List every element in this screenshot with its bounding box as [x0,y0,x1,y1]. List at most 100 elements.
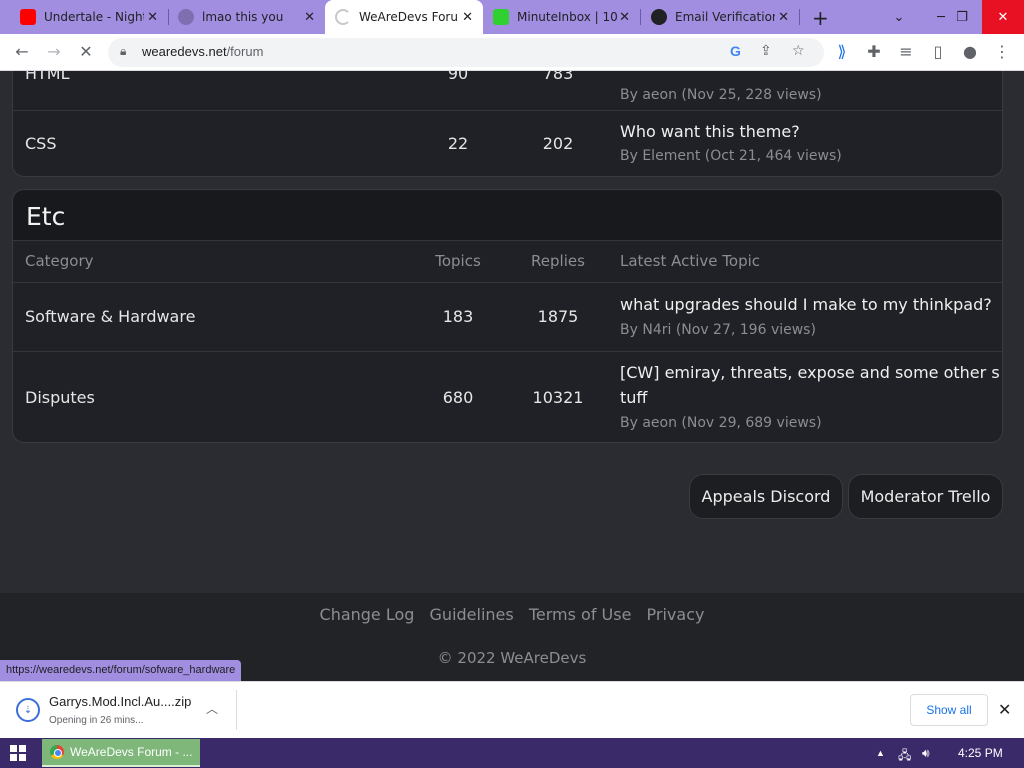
moderator-trello-button[interactable]: Moderator Trello [848,474,1003,519]
topics-count: 22 [447,134,469,153]
link-status-bubble: https://wearedevs.net/forum/sofware_hard… [0,660,242,681]
bookmark-star-icon[interactable]: ☆ [792,43,805,59]
extension-sound-icon[interactable]: ⟫ [832,42,852,62]
topic-byline: By Element (Oct 21, 464 views) [620,148,842,164]
network-icon[interactable]: 🖧︎ [898,746,911,767]
tab-email-verification[interactable]: Email Verification ✕ [641,0,799,34]
windows-start-icon[interactable] [10,745,26,761]
url-text[interactable]: wearedevs.net/forum [142,44,263,59]
restore-button[interactable]: ❐ [941,0,983,34]
latest-topic-link[interactable]: what upgrades should I make to my thinkp… [620,295,992,314]
lock-icon[interactable]: 🔒︎ [120,44,126,59]
table-row[interactable]: HTML 90 783 By aeon (Nov 25, 228 views) [13,71,1002,110]
show-all-button[interactable]: Show all [910,694,988,726]
category-name[interactable]: CSS [25,134,56,153]
tab-lmao[interactable]: lmao this you ✕ [168,0,325,34]
profile-avatar-icon[interactable]: ● [960,42,980,62]
table-row[interactable]: CSS 22 202 Who want this theme? By Eleme… [13,110,1002,176]
header-topics: Topics [435,252,481,270]
topic-byline: By aeon (Nov 25, 228 views) [620,87,822,103]
taskbar-chrome-app[interactable]: WeAreDevs Forum - ... [42,739,200,767]
url-host: wearedevs.net [142,44,227,59]
tab-minuteinbox[interactable]: MinuteInbox | 10 ✕ [483,0,640,34]
footer-link-terms[interactable]: Terms of Use [529,605,632,624]
download-shelf: ⇣ Garrys.Mod.Incl.Au....zip Opening in 2… [0,681,1024,738]
tab-title: WeAreDevs Forum [359,10,459,24]
forum-section-web: HTML 90 783 By aeon (Nov 25, 228 views) … [12,71,1003,177]
close-icon[interactable]: ✕ [778,10,789,25]
zip-file-icon[interactable]: ⇣ [16,698,40,722]
show-hidden-icons-icon[interactable]: ▲ [876,748,885,758]
table-header-row: Category Topics Replies Latest Active To… [13,240,1002,282]
extensions-puzzle-icon[interactable]: ✚ [864,42,884,62]
browser-toolbar: ← → ✕ 🔒︎ wearedevs.net/forum G ⇪ ☆ ⟫ ✚ ≡… [0,34,1024,71]
replies-count: 202 [542,134,574,153]
media-control-icon[interactable]: ≡ [896,42,916,62]
download-status: Opening in 26 mins... [49,715,144,726]
close-icon[interactable]: ✕ [998,700,1011,720]
globe-icon [178,9,194,25]
latest-topic-link[interactable]: Who want this theme? [620,122,800,141]
replies-count: 10321 [532,388,584,407]
topic-byline: By aeon (Nov 29, 689 views) [620,415,822,431]
new-tab-button[interactable]: + [812,6,829,30]
google-icon[interactable]: G [730,43,741,59]
footer-link-guidelines[interactable]: Guidelines [430,605,514,624]
tab-title: Email Verification [675,10,775,24]
side-panel-icon[interactable]: ▯ [928,42,948,62]
category-name[interactable]: HTML [25,71,70,83]
topics-count: 680 [442,388,474,407]
close-icon[interactable]: ✕ [619,10,630,25]
back-icon[interactable]: ← [12,42,32,62]
category-name[interactable]: Disputes [25,388,95,407]
replies-count: 783 [542,71,574,83]
category-name[interactable]: Software & Hardware [25,307,195,326]
forum-section-etc: Etc Category Topics Replies Latest Activ… [12,189,1003,443]
latest-topic-link[interactable]: [CW] emiray, threats, expose and some ot… [620,363,1000,382]
url-path: /forum [226,44,264,59]
tab-title: MinuteInbox | 10 [517,10,617,24]
table-row[interactable]: Disputes 680 10321 [CW] emiray, threats,… [13,351,1002,442]
youtube-icon [20,9,36,25]
taskbar-app-label: WeAreDevs Forum - ... [70,745,193,759]
header-replies: Replies [531,252,585,270]
chrome-icon [50,745,64,759]
close-icon[interactable]: ✕ [304,10,315,25]
system-clock[interactable]: 4:25 PM [958,746,1003,760]
tab-search-button[interactable]: ⌄ [878,0,920,34]
divider [236,690,237,730]
replies-count: 1875 [537,307,579,326]
section-title: Etc [26,202,66,231]
topics-count: 183 [442,307,474,326]
appeals-discord-button[interactable]: Appeals Discord [689,474,843,519]
volume-icon[interactable]: 🔊︎ [922,746,930,761]
forward-icon[interactable]: → [44,42,64,62]
table-row[interactable]: Software & Hardware 183 1875 what upgrad… [13,282,1002,351]
section-header [13,190,1002,240]
loading-icon [335,9,351,25]
address-bar[interactable]: 🔒︎ wearedevs.net/forum G ⇪ ☆ [108,38,824,67]
menu-kebab-icon[interactable]: ⋮ [992,42,1012,62]
tab-strip: Undertale - Nightmare ✕ lmao this you ✕ … [0,0,1024,34]
stop-loading-icon[interactable]: ✕ [76,42,96,62]
close-icon[interactable]: ✕ [462,10,473,25]
download-filename[interactable]: Garrys.Mod.Incl.Au....zip [49,694,191,709]
tab-youtube[interactable]: Undertale - Nightmare ✕ [10,0,168,34]
window-close-button[interactable]: ✕ [982,0,1024,34]
header-category: Category [25,252,94,270]
close-icon[interactable]: ✕ [147,10,158,25]
wrd-icon [651,9,667,25]
topic-byline: By N4ri (Nov 27, 196 views) [620,322,816,338]
share-icon[interactable]: ⇪ [760,43,772,59]
tab-wearedevs[interactable]: WeAreDevs Forum ✕ [325,0,483,34]
topics-count: 90 [447,71,469,83]
windows-taskbar: WeAreDevs Forum - ... ▲ 🖧︎ 🔊︎ 4:25 PM [0,738,1024,768]
footer-link-privacy[interactable]: Privacy [647,605,705,624]
minuteinbox-icon [493,9,509,25]
latest-topic-link-continued[interactable]: tuff [620,388,647,407]
tab-divider [799,9,800,25]
header-latest-topic: Latest Active Topic [620,252,761,270]
chevron-up-icon[interactable]: ︿ [206,700,218,717]
footer-link-change-log[interactable]: Change Log [320,605,415,624]
tab-title: Undertale - Nightmare [44,10,144,24]
